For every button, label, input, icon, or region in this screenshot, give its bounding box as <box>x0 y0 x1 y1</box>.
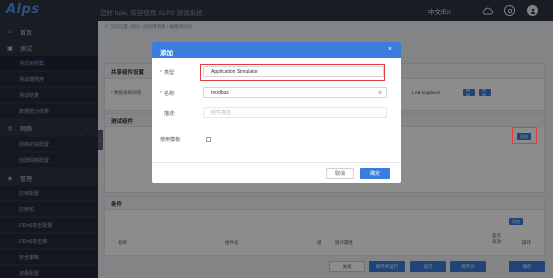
name-input-value: modbus <box>211 89 229 96</box>
name-label: * 名称: <box>160 90 175 97</box>
required-marker: * <box>160 70 162 76</box>
clear-icon[interactable]: ⊗ <box>378 90 382 96</box>
type-label: * 类型: <box>160 69 175 76</box>
dialog-footer: 取消 确定 <box>152 162 401 183</box>
close-icon[interactable]: × <box>388 46 392 53</box>
required-marker: * <box>160 91 162 97</box>
use-template-checkbox[interactable] <box>206 137 211 142</box>
highlight-box-add-button <box>512 127 537 144</box>
confirm-button[interactable]: 确定 <box>360 168 390 179</box>
highlight-box-type-field <box>200 64 385 81</box>
name-label-text: 名称: <box>163 91 176 97</box>
description-input[interactable]: 组件描述 <box>203 107 387 118</box>
dialog-title: 添加 <box>160 50 173 57</box>
description-label: 描述: <box>164 111 176 117</box>
name-input[interactable]: modbus ⊗ <box>203 87 387 98</box>
type-label-text: 类型: <box>163 70 176 76</box>
cancel-button[interactable]: 取消 <box>326 168 354 179</box>
use-template-label: 使用模板: <box>160 137 182 143</box>
dialog-header: 添加 × <box>152 42 401 58</box>
